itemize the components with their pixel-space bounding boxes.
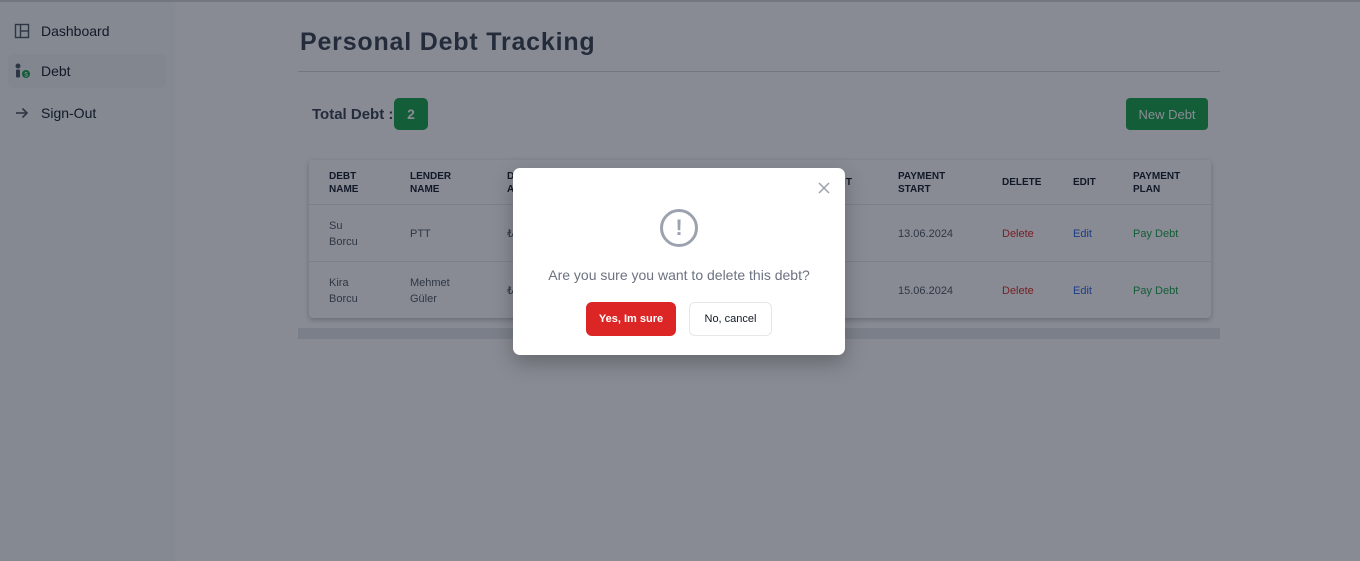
dialog-message: Are you sure you want to delete this deb… — [548, 267, 810, 283]
confirm-delete-button[interactable]: Yes, Im sure — [586, 302, 676, 336]
cancel-button[interactable]: No, cancel — [689, 302, 772, 336]
close-icon[interactable] — [813, 177, 835, 199]
warning-icon: ! — [660, 209, 698, 247]
delete-confirm-dialog: ! Are you sure you want to delete this d… — [513, 168, 845, 355]
